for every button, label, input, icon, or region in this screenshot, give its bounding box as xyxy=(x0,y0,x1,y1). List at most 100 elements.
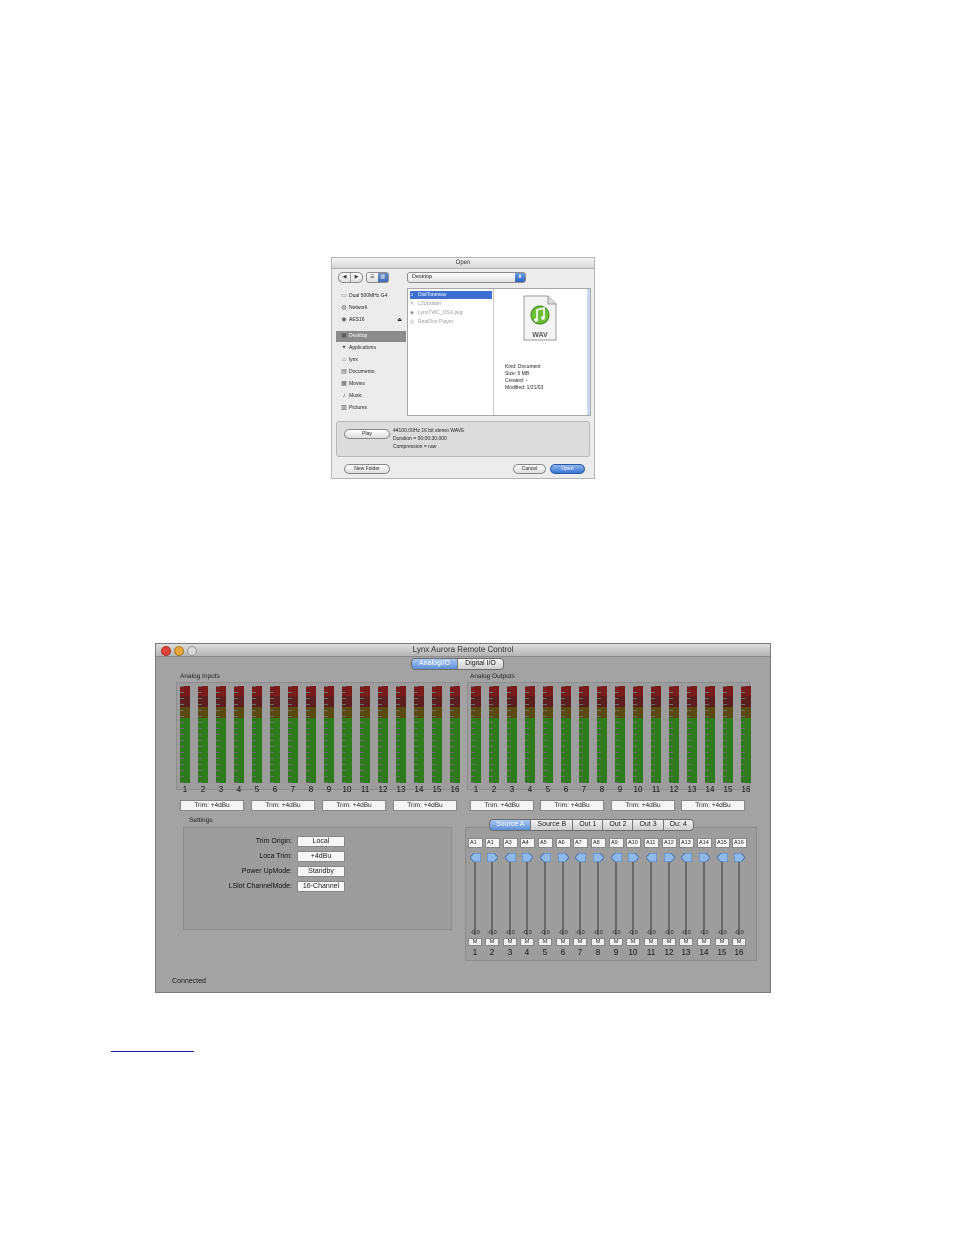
fader-knob-icon[interactable] xyxy=(611,853,622,862)
source-selector[interactable]: A4 xyxy=(520,838,535,848)
fader-track[interactable] xyxy=(650,857,652,935)
location-popup[interactable]: Desktop ⬍ xyxy=(407,272,526,283)
sidebar-item-lynx[interactable]: ⌂ lynx xyxy=(336,355,406,366)
list-view-icon[interactable]: ☰ xyxy=(367,273,378,282)
column-view-icon[interactable]: ▥ xyxy=(377,273,388,282)
close-window-icon[interactable] xyxy=(161,646,171,656)
fader-track[interactable] xyxy=(562,857,564,935)
open-button[interactable]: Open xyxy=(550,464,585,474)
source-selector[interactable]: A14 xyxy=(697,838,712,848)
sidebar-item-music[interactable]: ♪ Music xyxy=(336,391,406,402)
mute-button[interactable]: M xyxy=(538,938,552,946)
fader-track[interactable] xyxy=(526,857,528,935)
mute-button[interactable]: M xyxy=(644,938,658,946)
fader-track[interactable] xyxy=(544,857,546,935)
fader-knob-icon[interactable] xyxy=(646,853,657,862)
source-selector[interactable]: A8 xyxy=(591,838,606,848)
tab-out-3[interactable]: Out 3 xyxy=(632,820,663,830)
tab-out-2[interactable]: Out 2 xyxy=(602,820,633,830)
fader-knob-icon[interactable] xyxy=(699,853,710,862)
new-folder-button[interactable]: New Folder xyxy=(344,464,390,474)
fader-track[interactable] xyxy=(579,857,581,935)
fader-track[interactable] xyxy=(668,857,670,935)
mute-button[interactable]: M xyxy=(732,938,746,946)
sidebar-item-documents[interactable]: ▤ Documents xyxy=(336,367,406,378)
sidebar-item-movies[interactable]: ▦ Movies xyxy=(336,379,406,390)
sidebar-item-aes16[interactable]: ◉ AES16 ⏏ xyxy=(336,315,406,326)
fader-knob-icon[interactable] xyxy=(470,853,481,862)
source-selector[interactable]: A1 xyxy=(485,838,500,848)
tab-digital-i-o[interactable]: Digital I/O xyxy=(457,659,503,669)
setting-value-selector[interactable]: Standby xyxy=(297,866,345,877)
input-trim-selector[interactable]: Trim: +4dBu xyxy=(393,800,457,811)
fader-knob-icon[interactable] xyxy=(522,853,533,862)
list-item[interactable]: ✎ L2Updater xyxy=(410,300,492,308)
list-item[interactable]: ♫ DialTonewav xyxy=(410,291,492,299)
mute-button[interactable]: M xyxy=(468,938,482,946)
mute-button[interactable]: M xyxy=(520,938,534,946)
back-arrow-icon[interactable]: ◀ xyxy=(339,273,351,282)
source-selector[interactable]: A11 xyxy=(644,838,659,848)
fader-track[interactable] xyxy=(615,857,617,935)
mute-button[interactable]: M xyxy=(591,938,605,946)
fader-track[interactable] xyxy=(703,857,705,935)
tab-analogi-o[interactable]: AnalogI/O xyxy=(412,659,458,669)
source-selector[interactable]: A12 xyxy=(662,838,677,848)
fader-knob-icon[interactable] xyxy=(505,853,516,862)
output-trim-selector[interactable]: Trim: +4dBu xyxy=(470,800,534,811)
source-selector[interactable]: A10 xyxy=(626,838,641,848)
mute-button[interactable]: M xyxy=(662,938,676,946)
output-trim-selector[interactable]: Trim: +4dBu xyxy=(681,800,745,811)
forward-arrow-icon[interactable]: ▶ xyxy=(351,273,362,282)
source-selector[interactable]: A6 xyxy=(556,838,571,848)
list-item[interactable]: ◎ RealOne Player xyxy=(410,318,492,326)
source-selector[interactable]: A16 xyxy=(732,838,747,848)
mute-button[interactable]: M xyxy=(626,938,640,946)
hyperlink-underline[interactable] xyxy=(111,1051,194,1052)
fader-track[interactable] xyxy=(738,857,740,935)
cancel-button[interactable]: Cancel xyxy=(513,464,546,474)
sidebar-item-network[interactable]: ◍ Network xyxy=(336,303,406,314)
mute-button[interactable]: M xyxy=(573,938,587,946)
setting-value-selector[interactable]: 16-Channel xyxy=(297,881,345,892)
sidebar-item-applications[interactable]: ✦ Applications xyxy=(336,343,406,354)
source-selector[interactable]: A15 xyxy=(715,838,730,848)
input-trim-selector[interactable]: Trim: +4dBu xyxy=(251,800,315,811)
minimize-window-icon[interactable] xyxy=(174,646,184,656)
tab-out-1[interactable]: Out 1 xyxy=(572,820,603,830)
zoom-window-icon[interactable] xyxy=(187,646,197,656)
sidebar-item-pictures[interactable]: ▧ Pictures xyxy=(336,403,406,414)
mute-button[interactable]: M xyxy=(679,938,693,946)
fader-knob-icon[interactable] xyxy=(593,853,604,862)
tab-source-b[interactable]: Source B xyxy=(530,820,573,830)
source-selector[interactable]: A9 xyxy=(609,838,624,848)
fader-knob-icon[interactable] xyxy=(575,853,586,862)
mute-button[interactable]: M xyxy=(485,938,499,946)
fader-knob-icon[interactable] xyxy=(487,853,498,862)
browser-scrollbar[interactable] xyxy=(587,289,590,415)
mute-button[interactable]: M xyxy=(697,938,711,946)
mute-button[interactable]: M xyxy=(715,938,729,946)
fader-track[interactable] xyxy=(474,857,476,935)
source-selector[interactable]: A5 xyxy=(538,838,553,848)
source-selector[interactable]: A13 xyxy=(679,838,694,848)
fader-knob-icon[interactable] xyxy=(681,853,692,862)
output-trim-selector[interactable]: Trim: +4dBu xyxy=(611,800,675,811)
play-button[interactable]: Play xyxy=(344,429,390,439)
eject-icon[interactable]: ⏏ xyxy=(397,315,402,326)
fader-knob-icon[interactable] xyxy=(558,853,569,862)
source-selector[interactable]: A3 xyxy=(503,838,518,848)
setting-value-selector[interactable]: Local xyxy=(297,836,345,847)
fader-track[interactable] xyxy=(597,857,599,935)
fader-knob-icon[interactable] xyxy=(540,853,551,862)
sidebar-item-desktop[interactable]: ▣ Desktop xyxy=(336,331,406,342)
fader-knob-icon[interactable] xyxy=(628,853,639,862)
source-selector[interactable]: A7 xyxy=(573,838,588,848)
fader-track[interactable] xyxy=(491,857,493,935)
fader-track[interactable] xyxy=(509,857,511,935)
input-trim-selector[interactable]: Trim: +4dBu xyxy=(180,800,244,811)
fader-track[interactable] xyxy=(721,857,723,935)
mute-button[interactable]: M xyxy=(503,938,517,946)
fader-knob-icon[interactable] xyxy=(734,853,745,862)
tab-ou-4[interactable]: Ou: 4 xyxy=(662,820,693,830)
